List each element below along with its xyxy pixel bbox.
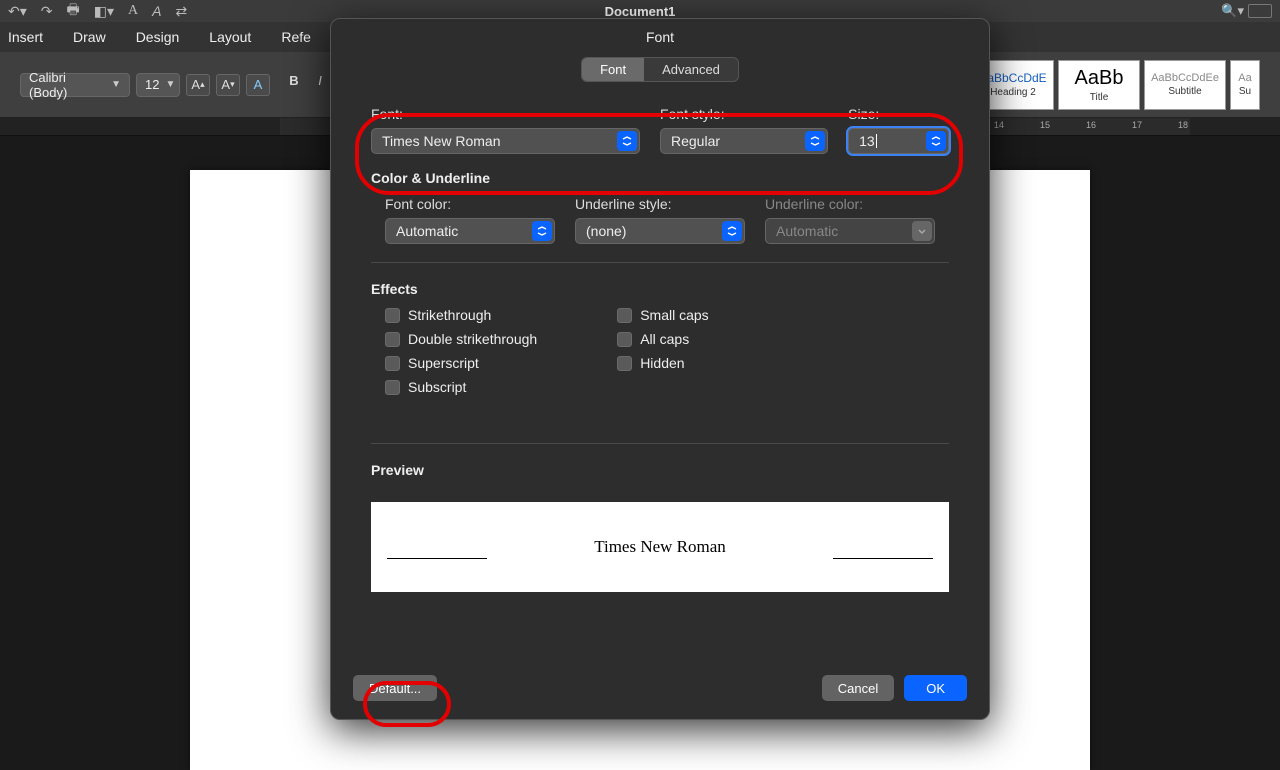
- chevron-down-icon: [805, 131, 825, 151]
- chevron-down-icon: [926, 131, 946, 151]
- style-subtitle[interactable]: AaBbCcDdEeSubtitle: [1144, 60, 1226, 110]
- document-title: Document1: [605, 4, 676, 19]
- check-all-caps[interactable]: All caps: [617, 331, 708, 347]
- chevron-down-icon: [532, 221, 552, 241]
- preview-text: Times New Roman: [594, 537, 726, 557]
- font-size-value: 12: [145, 77, 159, 92]
- italic-button[interactable]: I: [308, 70, 332, 92]
- tab-references[interactable]: Refe: [279, 25, 313, 49]
- font-dialog: Font Font Advanced Font: Times New Roman…: [330, 18, 990, 720]
- chevron-down-icon: [722, 221, 742, 241]
- toggle-icon[interactable]: ◧▾: [94, 3, 114, 20]
- color-underline-heading: Color & Underline: [371, 170, 949, 186]
- chevron-down-icon: [912, 221, 932, 241]
- underline-style-combo[interactable]: (none): [575, 218, 745, 244]
- clear-formatting-button[interactable]: A: [246, 74, 270, 96]
- font-color-label: Font color:: [385, 196, 555, 212]
- style-more[interactable]: AaSu: [1230, 60, 1260, 110]
- size-label: Size:: [848, 106, 949, 122]
- effects-heading: Effects: [371, 281, 949, 297]
- overflow-icon[interactable]: ⇄: [175, 3, 187, 20]
- font-style-label: Font style:: [660, 106, 828, 122]
- font-value: Times New Roman: [382, 133, 501, 149]
- chevron-down-icon: ▼: [111, 79, 121, 90]
- check-hidden[interactable]: Hidden: [617, 355, 708, 371]
- font-color-combo[interactable]: Automatic: [385, 218, 555, 244]
- tab-advanced[interactable]: Advanced: [644, 58, 738, 81]
- bold-button[interactable]: B: [282, 70, 306, 92]
- redo-icon[interactable]: ↷: [41, 3, 53, 20]
- font-size-combo[interactable]: 12 ▼: [136, 73, 180, 97]
- font-color-value: Automatic: [396, 223, 458, 239]
- text-cursor: [876, 134, 877, 148]
- font-label: Font:: [371, 106, 640, 122]
- font-name-combo[interactable]: Calibri (Body) ▼: [20, 73, 130, 97]
- quick-access-toolbar: ↶▾ ↷ 🖶 ◧▾ A A ⇄: [8, 0, 187, 23]
- dialog-tabs: Font Advanced: [581, 57, 739, 82]
- font-style-combo[interactable]: Regular: [660, 128, 828, 154]
- underline-color-value: Automatic: [776, 223, 838, 239]
- underline-color-combo: Automatic: [765, 218, 935, 244]
- size-value: 13: [859, 133, 875, 149]
- underline-style-label: Underline style:: [575, 196, 745, 212]
- tab-insert[interactable]: Insert: [6, 25, 45, 49]
- check-subscript[interactable]: Subscript: [385, 379, 537, 395]
- dialog-title: Font: [331, 19, 989, 51]
- font-style-value: Regular: [671, 133, 720, 149]
- tab-draw[interactable]: Draw: [71, 25, 108, 49]
- text-a-icon[interactable]: A: [128, 3, 138, 19]
- shrink-font-button[interactable]: A▾: [216, 74, 240, 96]
- text-case-icon[interactable]: A: [152, 3, 161, 19]
- tab-font[interactable]: Font: [582, 58, 644, 81]
- font-combo[interactable]: Times New Roman: [371, 128, 640, 154]
- print-icon[interactable]: 🖶: [67, 0, 80, 23]
- style-title[interactable]: AaBbTitle: [1058, 60, 1140, 110]
- preview-area: Times New Roman: [371, 502, 949, 592]
- check-superscript[interactable]: Superscript: [385, 355, 537, 371]
- chevron-down-icon: [617, 131, 637, 151]
- cancel-button[interactable]: Cancel: [822, 675, 894, 701]
- tab-design[interactable]: Design: [134, 25, 182, 49]
- styles-gallery[interactable]: AaBbCcDdEHeading 2 AaBbTitle AaBbCcDdEeS…: [972, 60, 1260, 110]
- undo-icon[interactable]: ↶▾: [8, 3, 27, 20]
- ok-button[interactable]: OK: [904, 675, 967, 701]
- font-name-value: Calibri (Body): [29, 70, 105, 100]
- check-strikethrough[interactable]: Strikethrough: [385, 307, 537, 323]
- size-combo[interactable]: 13: [848, 128, 949, 154]
- grow-font-button[interactable]: A▴: [186, 74, 210, 96]
- tab-layout[interactable]: Layout: [207, 25, 253, 49]
- check-small-caps[interactable]: Small caps: [617, 307, 708, 323]
- default-button[interactable]: Default...: [353, 675, 437, 701]
- chevron-down-icon: ▼: [165, 79, 175, 90]
- underline-style-value: (none): [586, 223, 626, 239]
- search-icon[interactable]: 🔍▾: [1221, 3, 1244, 19]
- search-input[interactable]: [1248, 4, 1272, 18]
- preview-heading: Preview: [371, 462, 949, 478]
- check-double-strikethrough[interactable]: Double strikethrough: [385, 331, 537, 347]
- underline-color-label: Underline color:: [765, 196, 935, 212]
